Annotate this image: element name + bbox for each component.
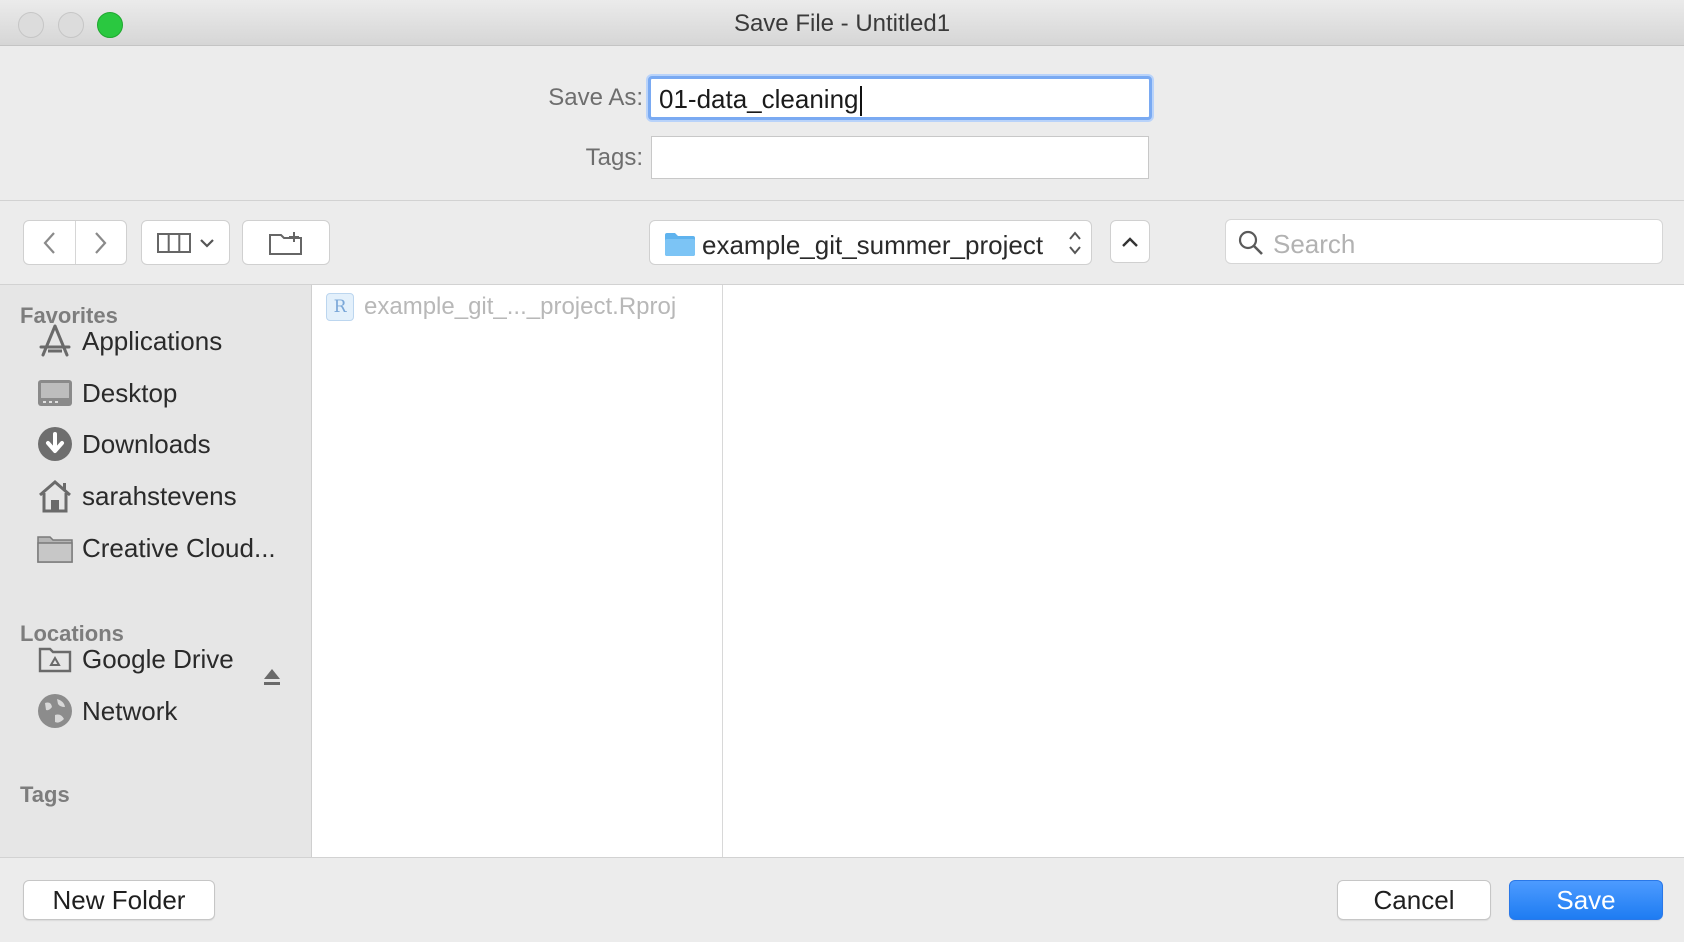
sidebar-item-creative-cloud[interactable]: Creative Cloud... xyxy=(36,528,276,568)
sidebar-item-desktop[interactable]: Desktop xyxy=(36,373,177,413)
sidebar-item-label: sarahstevens xyxy=(82,480,237,511)
new-folder-button[interactable]: New Folder xyxy=(23,880,215,920)
up-down-chevron-icon xyxy=(1069,231,1081,255)
search-placeholder: Search xyxy=(1273,229,1356,259)
sidebar-item-label: Creative Cloud... xyxy=(82,532,276,563)
sidebar-item-label: Google Drive xyxy=(82,643,234,674)
expand-collapse-button[interactable] xyxy=(1110,220,1150,263)
sidebar-item-label: Network xyxy=(82,695,178,726)
sidebar-item-google-drive[interactable]: Google Drive xyxy=(36,639,234,679)
folder-icon xyxy=(36,529,74,567)
preview-column xyxy=(723,285,1684,857)
tags-input[interactable] xyxy=(651,136,1149,179)
save-as-input[interactable]: 01-data_cleaning xyxy=(648,76,1152,120)
cancel-button[interactable]: Cancel xyxy=(1337,880,1491,920)
window-title: Save File - Untitled1 xyxy=(733,10,951,37)
home-icon xyxy=(36,477,74,515)
new-folder-toolbar-button[interactable] xyxy=(242,220,330,265)
sidebar-item-applications[interactable]: Applications xyxy=(36,321,222,361)
search-icon xyxy=(1238,230,1263,255)
file-item[interactable]: R example_git_..._project.Rproj xyxy=(326,291,676,323)
search-input[interactable]: Search xyxy=(1225,219,1663,264)
view-mode-button[interactable] xyxy=(141,220,230,265)
drive-folder-icon xyxy=(36,640,74,678)
sidebar-item-label: Downloads xyxy=(82,428,211,459)
back-button[interactable] xyxy=(24,221,75,264)
text-caret xyxy=(859,86,862,117)
sidebar-item-network[interactable]: Network xyxy=(36,691,177,731)
forward-button[interactable] xyxy=(74,221,127,264)
back-forward-group xyxy=(23,220,127,265)
file-name: example_git_..._project.Rproj xyxy=(364,293,677,320)
network-globe-icon xyxy=(36,692,74,730)
folder-icon xyxy=(665,233,695,256)
downloads-icon xyxy=(36,425,74,463)
sidebar-item-label: Desktop xyxy=(82,377,178,408)
new-folder-icon xyxy=(269,231,302,255)
save-button[interactable]: Save xyxy=(1509,880,1663,920)
save-dialog: Save File - Untitled1 Save As: 01-data_c… xyxy=(0,0,1684,942)
applications-icon xyxy=(36,322,74,360)
sidebar-item-home[interactable]: sarahstevens xyxy=(36,476,237,516)
rproj-file-icon: R xyxy=(326,293,354,321)
eject-icon[interactable] xyxy=(262,667,282,687)
chevron-up-icon xyxy=(1122,236,1138,247)
chevron-down-icon xyxy=(199,238,214,248)
save-as-value: 01-data_cleaning xyxy=(659,84,859,114)
sidebar-item-downloads[interactable]: Downloads xyxy=(36,424,211,464)
save-as-label: Save As: xyxy=(548,84,643,111)
sidebar: Favorites Applications Desktop Downloads… xyxy=(0,285,312,857)
title-bar: Save File - Untitled1 xyxy=(0,0,1684,46)
divider xyxy=(0,200,1684,201)
columns-view-icon xyxy=(156,232,191,253)
chevron-right-icon xyxy=(94,231,107,254)
chevron-left-icon xyxy=(43,231,56,254)
file-column: R example_git_..._project.Rproj xyxy=(312,285,723,857)
sidebar-item-label: Applications xyxy=(82,325,223,356)
desktop-icon xyxy=(36,374,74,412)
tags-header: Tags xyxy=(20,782,70,807)
tags-label: Tags: xyxy=(585,144,643,171)
location-name: example_git_summer_project xyxy=(702,230,1044,260)
location-popup[interactable]: example_git_summer_project xyxy=(649,220,1092,265)
